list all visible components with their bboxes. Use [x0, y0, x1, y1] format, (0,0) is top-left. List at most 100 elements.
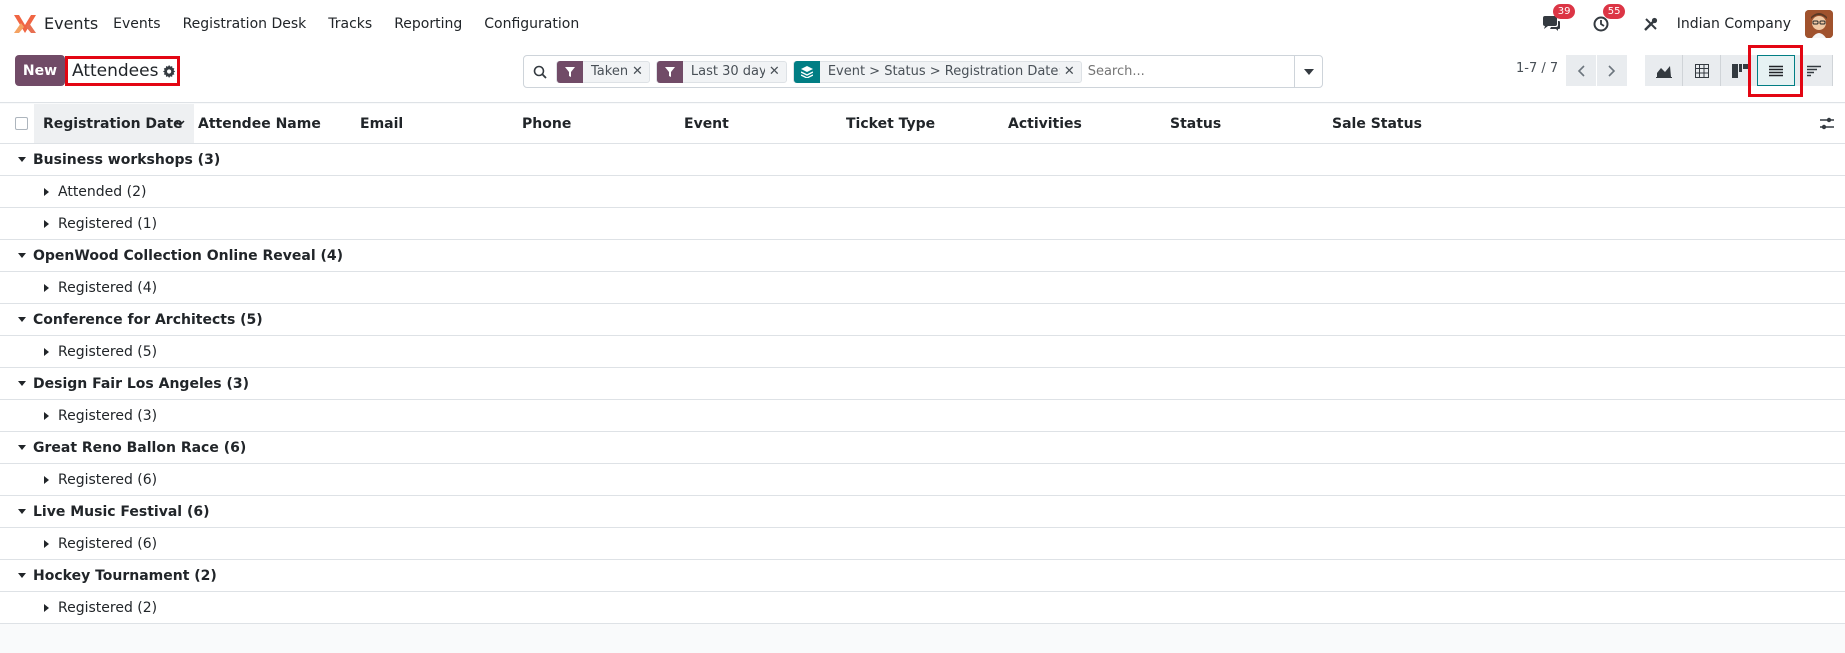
column-sale-status[interactable]: Sale Status [1332, 116, 1422, 132]
gear-icon[interactable] [163, 64, 176, 78]
group-row[interactable]: Business workshops (3) [0, 144, 1845, 176]
close-icon[interactable]: ✕ [1060, 64, 1081, 79]
activities-count-badge: 55 [1602, 3, 1626, 19]
subgroup-row[interactable]: Registered (1) [0, 208, 1845, 240]
subgroup-label: Attended (2) [58, 183, 147, 200]
subgroup-label: Registered (2) [58, 599, 158, 616]
menu-item-events[interactable]: Events [102, 16, 171, 32]
column-registration-date[interactable]: Registration Date [43, 116, 183, 132]
subgroup-row[interactable]: Registered (6) [0, 528, 1845, 560]
graph-view-button[interactable] [1645, 55, 1683, 86]
column-status[interactable]: Status [1170, 116, 1221, 132]
control-panel: New Attendees Taken ✕ Last 30 days ✕ [0, 47, 1845, 103]
group-row[interactable]: Live Music Festival (6) [0, 496, 1845, 528]
breadcrumb: Attendees [65, 56, 180, 86]
caret-right-icon [44, 539, 49, 548]
facet-last-30-days: Last 30 days ✕ [655, 60, 787, 83]
subgroup-row[interactable]: Registered (6) [0, 464, 1845, 496]
filter-icon [656, 60, 683, 83]
subgroup-label: Registered (1) [58, 215, 158, 232]
close-icon[interactable]: ✕ [765, 64, 786, 79]
subgroup-row[interactable]: Attended (2) [0, 176, 1845, 208]
group-row[interactable]: Conference for Architects (5) [0, 304, 1845, 336]
caret-right-icon [44, 603, 49, 612]
caret-down-icon [1303, 68, 1314, 75]
avatar-image [1805, 9, 1833, 38]
messages-count-badge: 39 [1552, 3, 1576, 19]
facet-label: Taken [591, 64, 628, 79]
menu-item-registration-desk[interactable]: Registration Desk [172, 16, 318, 32]
column-ticket-type[interactable]: Ticket Type [846, 116, 935, 132]
column-email[interactable]: Email [360, 116, 403, 132]
column-event[interactable]: Event [684, 116, 729, 132]
page-title: Attendees [72, 61, 159, 81]
group-row[interactable]: Hockey Tournament (2) [0, 560, 1845, 592]
pager-next-button[interactable] [1597, 55, 1627, 86]
filter-icon [557, 60, 583, 83]
subgroup-label: Registered (6) [58, 471, 158, 488]
menu-item-reporting[interactable]: Reporting [383, 16, 473, 32]
group-label: Great Reno Ballon Race (6) [33, 439, 247, 456]
search-icon[interactable] [524, 65, 556, 79]
group-label: OpenWood Collection Online Reveal (4) [33, 247, 344, 264]
events-app-icon [14, 14, 36, 33]
facet-taken: Taken ✕ [556, 60, 650, 83]
menu-item-configuration[interactable]: Configuration [473, 16, 590, 32]
caret-right-icon [44, 347, 49, 356]
column-activities[interactable]: Activities [1008, 116, 1082, 132]
subgroup-row[interactable]: Registered (3) [0, 400, 1845, 432]
user-avatar[interactable] [1805, 9, 1833, 38]
caret-down-icon [18, 381, 26, 386]
subgroup-label: Registered (4) [58, 279, 158, 296]
pager-previous-button[interactable] [1566, 55, 1596, 86]
graph-view-icon [1655, 65, 1672, 78]
group-label: Conference for Architects (5) [33, 311, 263, 328]
group-label: Hockey Tournament (2) [33, 567, 217, 584]
search-input[interactable] [1087, 64, 1263, 79]
grouped-list: Registration Date Attendee Name Email Ph… [0, 104, 1845, 624]
company-switcher[interactable]: Indian Company [1677, 16, 1791, 32]
caret-right-icon [44, 411, 49, 420]
list-view-highlight [1748, 45, 1803, 97]
subgroup-row[interactable]: Registered (2) [0, 592, 1845, 624]
column-attendee-name[interactable]: Attendee Name [198, 116, 321, 132]
search-bar: Taken ✕ Last 30 days ✕ Event > Status > … [523, 55, 1323, 88]
facet-label: Event > Status > Registration Date: Day [827, 64, 1060, 79]
caret-right-icon [44, 219, 49, 228]
group-label: Live Music Festival (6) [33, 503, 210, 520]
group-row[interactable]: Design Fair Los Angeles (3) [0, 368, 1845, 400]
subgroup-row[interactable]: Registered (5) [0, 336, 1845, 368]
pivot-view-icon [1694, 63, 1709, 78]
subgroup-row[interactable]: Registered (4) [0, 272, 1845, 304]
app-name[interactable]: Events [44, 14, 98, 33]
close-icon[interactable]: ✕ [628, 64, 649, 79]
pivot-view-button[interactable] [1683, 55, 1721, 86]
group-by-icon [793, 60, 820, 83]
subgroup-label: Registered (3) [58, 407, 158, 424]
caret-down-icon [18, 509, 26, 514]
gantt-view-icon [1806, 65, 1821, 76]
debug-tools-button[interactable] [1639, 12, 1663, 36]
caret-down-icon [18, 317, 26, 322]
group-label: Design Fair Los Angeles (3) [33, 375, 249, 392]
activities-button[interactable]: 55 [1589, 3, 1626, 36]
search-options-toggle[interactable] [1294, 56, 1322, 87]
group-row[interactable]: OpenWood Collection Online Reveal (4) [0, 240, 1845, 272]
subgroup-label: Registered (5) [58, 343, 158, 360]
chevron-left-icon [1577, 64, 1585, 77]
pager-value[interactable]: 1-7 / 7 [1516, 61, 1558, 76]
caret-right-icon [44, 475, 49, 484]
group-row[interactable]: Great Reno Ballon Race (6) [0, 432, 1845, 464]
messages-button[interactable]: 39 [1539, 3, 1576, 36]
optional-columns-icon[interactable] [1820, 117, 1834, 130]
select-all-checkbox[interactable] [15, 117, 28, 130]
chevron-down-icon[interactable] [175, 120, 185, 126]
facet-label: Last 30 days [690, 64, 765, 79]
menu-item-tracks[interactable]: Tracks [317, 16, 383, 32]
new-button[interactable]: New [15, 55, 65, 86]
column-phone[interactable]: Phone [522, 116, 571, 132]
facet-group-by: Event > Status > Registration Date: Day … [792, 60, 1082, 83]
caret-down-icon [18, 445, 26, 450]
main-menu: Events Registration Desk Tracks Reportin… [102, 16, 590, 32]
app-brand[interactable]: Events [12, 13, 98, 35]
